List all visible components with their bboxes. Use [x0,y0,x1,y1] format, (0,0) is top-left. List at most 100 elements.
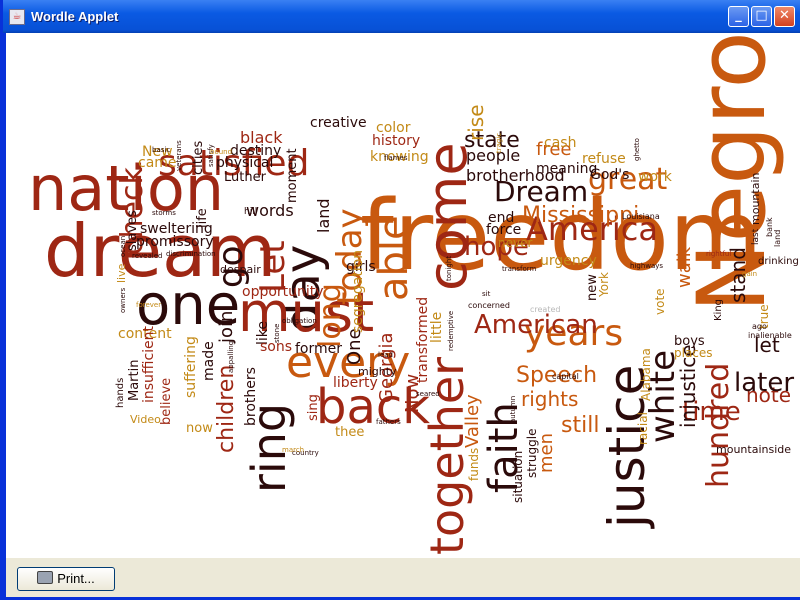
cloud-word: men [536,432,557,473]
cloud-word: force [486,221,522,238]
print-button[interactable]: Print... [17,567,115,591]
cloud-word: brothers [243,367,259,426]
cloud-word: hands [115,377,126,408]
minimize-button[interactable]: _ [728,6,749,27]
cloud-word: live [115,263,128,283]
cloud-word: walk [674,246,695,288]
cloud-word: flames [384,154,408,163]
cloud-word: storms [152,209,176,218]
cloud-word: Martin [127,359,142,401]
cloud-word: rightful [706,250,732,259]
cloud-word: together [420,356,474,555]
print-button-label: Print... [57,571,95,586]
cloud-word: mountain [749,172,762,225]
cloud-word: Alabama [639,348,653,401]
cloud-word: fathers [376,418,401,427]
cloud-word: last [751,228,761,245]
cloud-word: revealed [132,252,163,261]
cloud-word: vote [653,288,667,315]
cloud-word: segregation [350,249,366,333]
cloud-word: King [713,298,724,321]
cloud-word: American [474,310,598,341]
cloud-word: One [344,328,365,365]
cloud-word: still [561,413,600,439]
cloud-word: made [201,341,217,381]
cloud-word: never [498,236,533,251]
cloud-word: insufficient [141,325,157,403]
cloud-word: mountainside [716,443,792,457]
window-title: Wordle Applet [31,9,119,24]
cloud-word: owners [119,287,127,313]
cloud-word: urgency [540,252,597,269]
java-cup-icon: ☕ [9,9,25,25]
cloud-word: work [638,168,672,185]
cloud-word: created [530,304,561,314]
cloud-word: sing [306,394,321,421]
cloud-word: seared [416,390,440,399]
cloud-word: autumn [509,395,517,423]
cloud-word: former [295,340,343,357]
word-cloud: freedom Negro dream nation together justice co… [6,33,800,558]
cloud-word: gain [742,270,758,279]
cloud-word: history [372,132,421,149]
cloud-word: Valley [462,394,483,448]
cloud-word: stone [273,323,281,343]
cloud-word: slaves [125,210,140,251]
cloud-word: drinking [758,256,799,267]
cloud-word: ocean [119,235,127,257]
cloud-word: rights [521,387,579,411]
cloud-word: lead [378,351,393,360]
cloud-word: concerned [468,300,510,310]
cloud-word: transform [502,265,537,274]
cloud-word: highways [630,262,664,271]
cloud-word: bound [210,148,233,157]
printer-icon [37,571,54,584]
applet-content: freedom Negro dream nation together justice co… [6,33,800,597]
cloud-word: ago [752,321,767,331]
cloud-word: redemptive [447,310,455,351]
cloud-word: situation [511,450,525,503]
cloud-word: inalienable [748,330,792,340]
cloud-word: tonight [445,255,453,281]
cloud-word: came [138,154,177,171]
cloud-word: physical [216,154,274,171]
cloud-word: funds [467,447,481,481]
cloud-word: little [429,311,445,343]
applet-window: ☕ Wordle Applet _ □ ✕ freedom Negro dream n… [0,0,800,600]
cloud-word: transformed [415,296,431,383]
cloud-word: obligation [282,317,317,326]
cloud-word: bank [765,217,774,237]
cloud-word: hill [244,206,258,217]
cloud-word: moment [285,148,300,203]
cloud-word: land [773,229,782,247]
title-bar[interactable]: ☕ Wordle Applet _ □ ✕ [3,0,800,33]
cloud-word: rise [464,104,488,141]
cloud-word: believe [159,377,174,425]
cloud-word: basic [152,146,171,155]
cloud-word: capital [552,371,579,381]
cloud-word: children [214,364,239,453]
cloud-word: racial [636,412,650,445]
cloud-word: suffering [183,336,199,398]
bottom-toolbar: Print... [6,558,800,597]
cloud-word: York [597,272,611,297]
cloud-word: promissory [136,233,214,250]
cloud-word: discrimination [166,250,216,259]
cloud-word: later [734,368,795,399]
close-button[interactable]: ✕ [774,6,795,27]
cloud-word: Luther [224,169,266,185]
cloud-word: cash [544,134,577,151]
cloud-word: life [195,208,210,228]
cloud-word: able [371,215,417,301]
cloud-word: tragic [495,132,503,153]
cloud-word: cities [191,140,206,175]
cloud-word: opportunity [242,283,324,300]
cloud-word: meaning [536,160,598,177]
maximize-button[interactable]: □ [751,6,772,27]
cloud-word: appalling [227,340,235,373]
cloud-word: God's [590,166,630,183]
cloud-word: land [314,198,333,233]
cloud-word: sit [482,290,491,299]
cloud-word: Video [130,413,161,427]
cloud-word: places [674,346,713,361]
